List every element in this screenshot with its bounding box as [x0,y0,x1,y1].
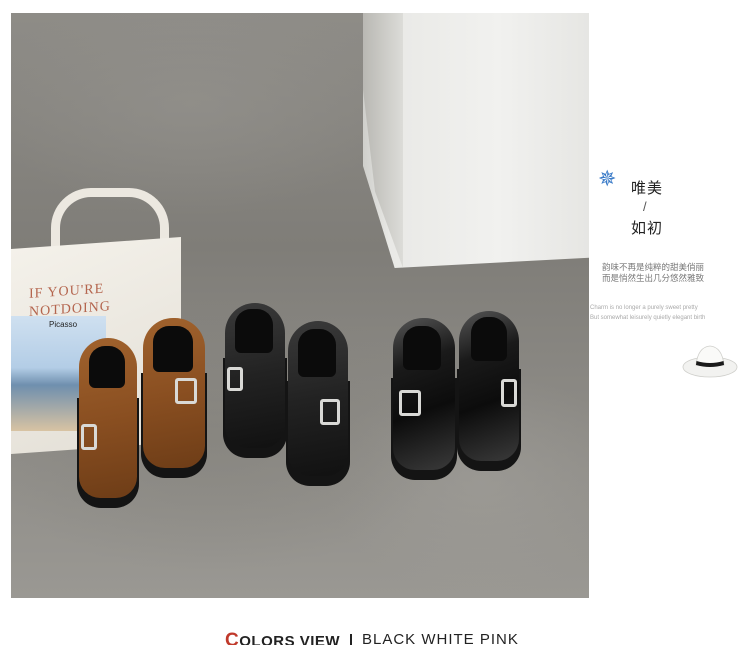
brown-loafer-left [77,338,139,508]
black-loafer-right [286,321,350,486]
star-icon: ✵ [598,166,617,191]
patent-loafer-right [457,311,521,471]
caption-en-line: But somewhat leisurely quietly elegant b… [590,315,706,321]
caption-cn-line: 而是悄然生出几分悠然雅致 [602,273,705,283]
buckle-icon [175,378,197,404]
bag-photo-label: Picasso [49,320,78,329]
colors-view-title: COLORS VIEW [225,630,340,645]
product-photo: IF YOU'RE NOTDOING W Picasso [11,13,589,598]
caption-separator: / [643,199,647,214]
black-loafer-left [223,303,287,458]
caption-en-line: Charm is no longer a purely sweet pretty [590,305,698,311]
colors-view-rest: OLORS VIEW [239,633,341,645]
patent-loafer-left [391,318,457,480]
brown-loafer-right [141,318,207,478]
caption-title-line1: 唯美 [631,180,664,197]
divider [350,634,352,645]
caption-title-line2: 如初 [631,220,664,237]
colors-view-header: COLORS VIEW BLACK WHITE PINK [0,624,750,645]
buckle-icon [399,390,421,416]
buckle-icon [227,367,243,391]
buckle-icon [501,379,517,407]
colors-list: BLACK WHITE PINK [362,631,519,645]
colors-view-initial: C [225,630,240,645]
hat-icon [682,345,738,378]
buckle-icon [81,424,97,450]
buckle-icon [320,399,340,425]
